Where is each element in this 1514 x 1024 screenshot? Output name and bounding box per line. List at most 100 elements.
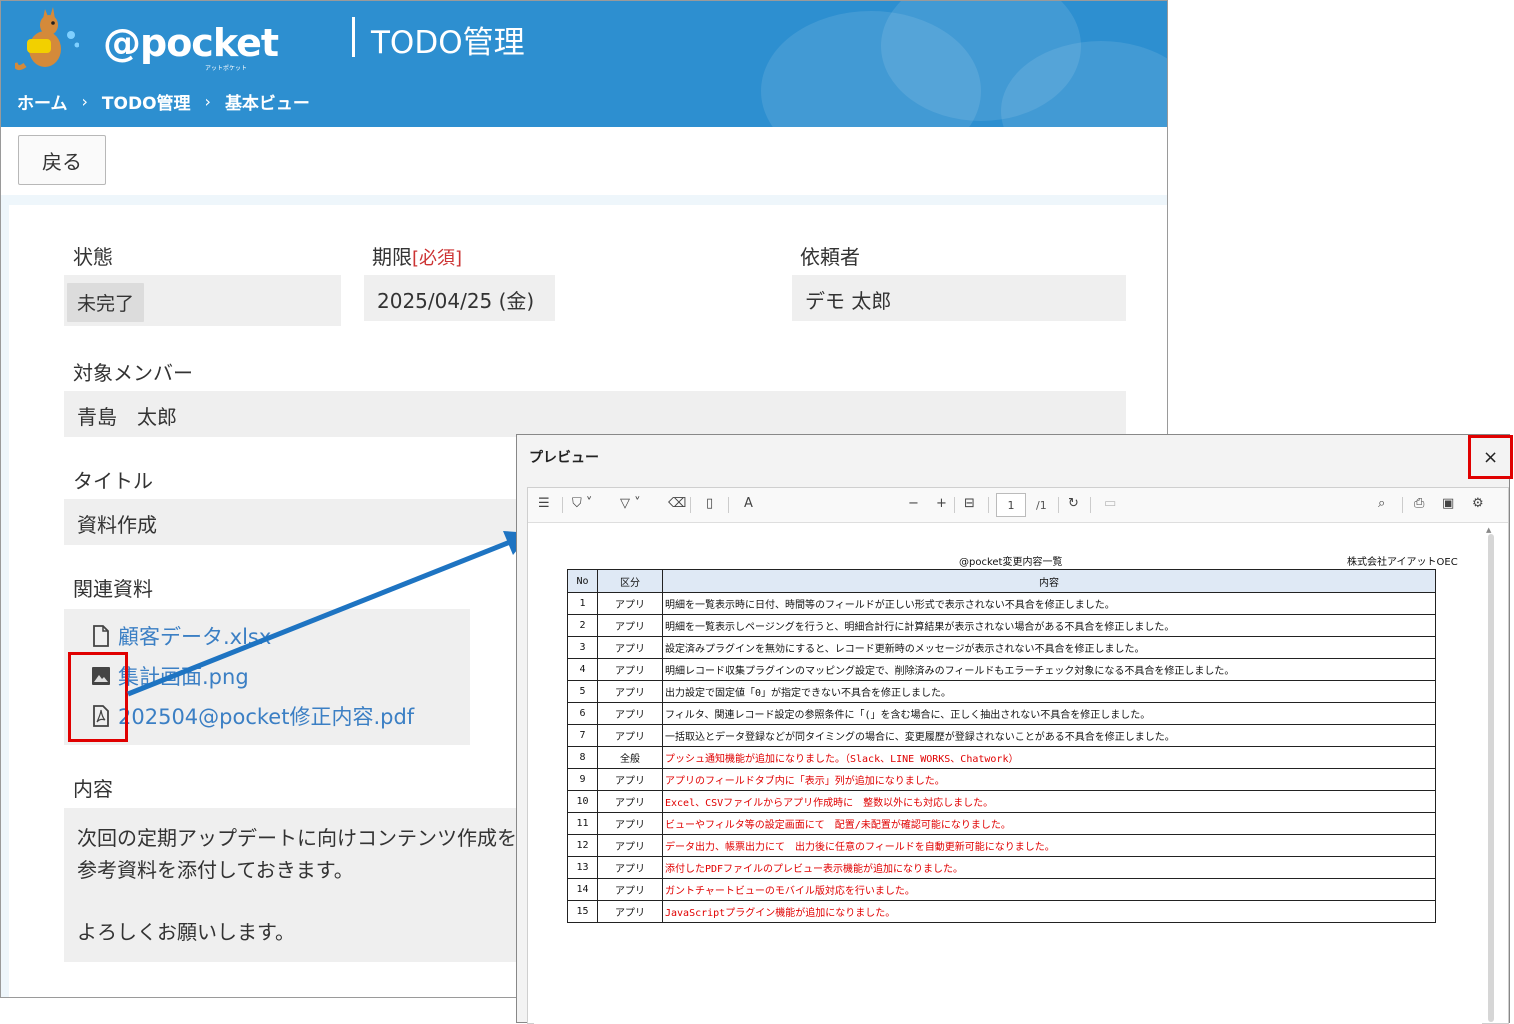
table-cell-desc: 添付したPDFファイルのプレビュー表示機能が追加になりました。: [662, 856, 1436, 879]
toolbar: 戻る: [1, 127, 1167, 195]
search-icon[interactable]: ⌕: [1378, 496, 1385, 511]
outline-icon[interactable]: ☰: [538, 496, 550, 511]
breadcrumb-home[interactable]: ホーム: [17, 89, 68, 114]
table-cell-no: 7: [567, 724, 598, 747]
zoom-in-icon[interactable]: +: [936, 496, 947, 511]
table-cell-desc: 明細を一覧表示しページングを行うと、明細合計行に計算結果が表示されない場合がある…: [662, 614, 1436, 637]
table-cell-cat: アプリ: [597, 658, 663, 681]
read-aloud-icon[interactable]: A: [744, 496, 753, 511]
draw-icon[interactable]: ▽ ˅: [620, 496, 641, 511]
requester-label: 依頼者: [800, 245, 860, 269]
print-icon[interactable]: ⎙: [1414, 496, 1424, 511]
attachment-name[interactable]: 集計画面.png: [118, 661, 249, 691]
file-icons-highlight: [68, 652, 128, 742]
table-row: 2 アプリ 明細を一覧表示しページングを行うと、明細合計行に計算結果が表示されない場…: [567, 614, 1436, 637]
breadcrumb-basic-view[interactable]: 基本ビュー: [225, 89, 310, 114]
toolbar-divider: [954, 497, 955, 513]
close-icon: ×: [1482, 446, 1499, 468]
table-cell-no: 5: [567, 680, 598, 703]
pdf-company-name: 株式会社アイアットOEC: [1347, 557, 1458, 568]
page-number-input[interactable]: 1: [996, 493, 1026, 517]
table-cell-desc: 明細レコード収集プラグインのマッピング設定で、削除済みのフィールドもエラーチェッ…: [662, 658, 1436, 681]
attachment-name[interactable]: 202504@pocket修正内容.pdf: [118, 701, 414, 731]
fit-width-icon[interactable]: ⊟: [964, 496, 975, 511]
breadcrumb-separator: ›: [204, 92, 211, 111]
settings-gear-icon[interactable]: ⚙: [1472, 496, 1484, 511]
brand-subtitle: アットポケット: [205, 65, 248, 72]
scroll-up-icon[interactable]: ▲: [1486, 526, 1491, 534]
kangaroo-logo-icon: [15, 7, 79, 71]
table-cell-no: 9: [567, 768, 598, 791]
toolbar-divider: [1058, 497, 1059, 513]
toolbar-divider: [1090, 497, 1091, 513]
column-header-category: 区分: [597, 569, 663, 593]
table-cell-cat: アプリ: [597, 614, 663, 637]
status-field: 未完了: [64, 275, 341, 326]
table-cell-no: 10: [567, 790, 598, 813]
table-cell-cat: アプリ: [597, 900, 663, 923]
file-icon: [90, 624, 112, 648]
rotate-icon[interactable]: ↻: [1068, 496, 1079, 511]
table-cell-desc: Excel、CSVファイルからアプリ作成時に 整数以外にも対応しました。: [662, 790, 1436, 813]
table-row: 3 アプリ 設定済みプラグインを無効にすると、レコード更新時のメッセージが表示されな…: [567, 636, 1436, 659]
table-row: 9 アプリ アプリのフィールドタブ内に「表示」列が追加になりました。: [567, 768, 1436, 791]
close-button[interactable]: ×: [1468, 435, 1513, 479]
table-cell-no: 13: [567, 856, 598, 879]
table-cell-desc: プッシュ通知機能が追加になりました。（Slack、LINE WORKS、Chat…: [662, 746, 1436, 769]
table-row: 7 アプリ 一括取込とデータ登録などが同タイミングの場合に、変更履歴が登録されないこ…: [567, 724, 1436, 747]
zoom-out-icon[interactable]: −: [908, 496, 919, 511]
table-cell-no: 12: [567, 834, 598, 857]
table-cell-no: 2: [567, 614, 598, 637]
table-cell-no: 8: [567, 746, 598, 769]
table-cell-no: 11: [567, 812, 598, 835]
attachment-item[interactable]: 202504@pocket修正内容.pdf: [90, 701, 414, 731]
app-header: @pocket アットポケット TODO管理 ホーム › TODO管理 › 基本…: [1, 1, 1167, 127]
status-badge: 未完了: [67, 283, 145, 322]
table-cell-cat: アプリ: [597, 592, 663, 615]
attachment-name[interactable]: 顧客データ.xlsx: [118, 621, 271, 651]
breadcrumb-todo[interactable]: TODO管理: [102, 89, 191, 114]
column-header-content: 内容: [662, 569, 1436, 593]
table-cell-cat: 全般: [597, 746, 663, 769]
status-label: 状態: [73, 245, 113, 269]
table-cell-no: 15: [567, 900, 598, 923]
attachments-label: 関連資料: [73, 577, 153, 601]
pdf-document-title: @pocket変更内容一覧: [959, 557, 1063, 568]
table-cell-cat: アプリ: [597, 790, 663, 813]
attachment-item[interactable]: 顧客データ.xlsx: [90, 621, 271, 651]
table-row: 13 アプリ 添付したPDFファイルのプレビュー表示機能が追加になりました。: [567, 856, 1436, 879]
changes-table: No 区分 内容 1 アプリ 明細を一覧表示時に日付、時間等のフィールドが正しい形式…: [567, 569, 1436, 923]
table-row: 11 アプリ ビューやフィルタ等の設定画面にて 配置/未配置が確認可能になりました。: [567, 812, 1436, 835]
app-logo[interactable]: @pocket アットポケット: [15, 5, 279, 75]
page-view-icon[interactable]: ▭: [1104, 496, 1116, 511]
table-cell-cat: アプリ: [597, 724, 663, 747]
table-row: 14 アプリ ガントチャートビューのモバイル版対応を行いました。: [567, 878, 1436, 901]
toolbar-divider: [562, 497, 563, 513]
table-header-row: No 区分 内容: [567, 569, 1436, 593]
highlight-icon[interactable]: ⛉ ˅: [572, 496, 592, 511]
table-cell-no: 6: [567, 702, 598, 725]
title-label: タイトル: [73, 469, 153, 493]
table-cell-cat: アプリ: [597, 834, 663, 857]
eraser-icon[interactable]: ⌫: [668, 496, 686, 511]
breadcrumb-separator: ›: [81, 92, 88, 111]
table-cell-desc: ガントチャートビューのモバイル版対応を行いました。: [662, 878, 1436, 901]
table-row: 1 アプリ 明細を一覧表示時に日付、時間等のフィールドが正しい形式で表示されない不具…: [567, 592, 1436, 615]
table-row: 5 アプリ 出力設定で固定値「0」が指定できない不具合を修正しました。: [567, 680, 1436, 703]
toolbar-divider: [690, 497, 691, 513]
pdf-page: @pocket変更内容一覧 株式会社アイアットOEC No 区分 内容 1 アプリ…: [534, 524, 1482, 1024]
back-button[interactable]: 戻る: [18, 135, 106, 185]
table-cell-desc: データ出力、帳票出力にて 出力後に任意のフィールドを自動更新可能になりました。: [662, 834, 1436, 857]
scrollbar[interactable]: [1488, 534, 1494, 1022]
table-cell-desc: フィルタ、関連レコード設定の参照条件に「(」を含む場合に、正しく抽出されない不具…: [662, 702, 1436, 725]
members-field: 青島 太郎: [64, 391, 1126, 437]
table-cell-cat: アプリ: [597, 812, 663, 835]
table-row: 6 アプリ フィルタ、関連レコード設定の参照条件に「(」を含む場合に、正しく抽出され…: [567, 702, 1436, 725]
table-cell-cat: アプリ: [597, 768, 663, 791]
table-cell-desc: 出力設定で固定値「0」が指定できない不具合を修正しました。: [662, 680, 1436, 703]
text-box-icon[interactable]: ▯: [706, 496, 713, 511]
save-icon[interactable]: ▣: [1442, 496, 1454, 511]
table-row: 10 アプリ Excel、CSVファイルからアプリ作成時に 整数以外にも対応しました…: [567, 790, 1436, 813]
pdf-viewer: ☰ ⛉ ˅ ▽ ˅ ⌫ ▯ A − + ⊟ 1 /1 ↻ ▭ ⌕ ⎙ ▣ ⚙ @…: [527, 487, 1509, 1024]
deadline-label: 期限[必須]: [372, 241, 462, 270]
